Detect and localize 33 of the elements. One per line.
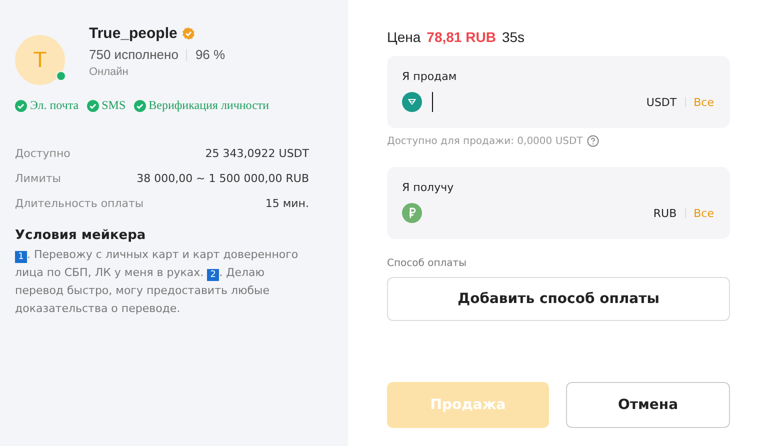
verification-label: SMS bbox=[102, 98, 126, 113]
detail-label: Длительность оплаты bbox=[15, 197, 144, 212]
field-label: Я продам bbox=[402, 70, 458, 83]
price-label: Цена bbox=[387, 29, 421, 45]
detail-value: 25 343,0922 USDT bbox=[205, 147, 309, 162]
verification-label: Эл. почта bbox=[30, 98, 79, 113]
orders-count: 750 исполнено bbox=[89, 47, 178, 62]
detail-value: 38 000,00 ~ 1 500 000,00 RUB bbox=[136, 172, 309, 187]
price-timer: 35s bbox=[502, 29, 525, 45]
coin-icon bbox=[402, 92, 422, 112]
add-payment-button[interactable]: Добавить способ оплаты bbox=[387, 277, 730, 321]
payment-label: Способ оплаты bbox=[387, 258, 468, 269]
available-text: Доступно для продажи: 0,0000 USDT bbox=[387, 136, 583, 146]
currency-label: USDT bbox=[646, 96, 677, 108]
cancel-button[interactable]: Отмена bbox=[566, 382, 730, 428]
text-cursor bbox=[432, 92, 433, 112]
help-icon[interactable] bbox=[586, 135, 599, 147]
verification-label: Верификация личности bbox=[148, 98, 270, 113]
completion-rate: 96 % bbox=[195, 47, 226, 62]
amount-field[interactable]: Я получу RUB Все bbox=[387, 167, 730, 239]
amount-field[interactable]: Я продам USDT Все bbox=[387, 56, 730, 128]
detail-value: 15 мин. bbox=[265, 197, 309, 212]
online-status: Онлайн bbox=[89, 66, 130, 78]
avatar: T bbox=[15, 35, 65, 85]
detail-label: Лимиты bbox=[15, 172, 61, 187]
terms-title: Условия мейкера bbox=[15, 228, 147, 243]
detail-label: Доступно bbox=[15, 147, 70, 162]
price-value: 78,81 RUB bbox=[426, 29, 496, 45]
currency-label: RUB bbox=[653, 206, 677, 220]
terms-text: 1 . Перевожу с личных карт и карт доверенного лица по СБП, ЛК у меня в руках. 2 . Делаю перевод быстро, могу предоставить любые доказательства о переводе. bbox=[15, 247, 300, 317]
ruble-coin-icon bbox=[402, 203, 422, 223]
field-label: Я получу bbox=[402, 181, 455, 194]
maker-name: True_people bbox=[89, 25, 178, 42]
